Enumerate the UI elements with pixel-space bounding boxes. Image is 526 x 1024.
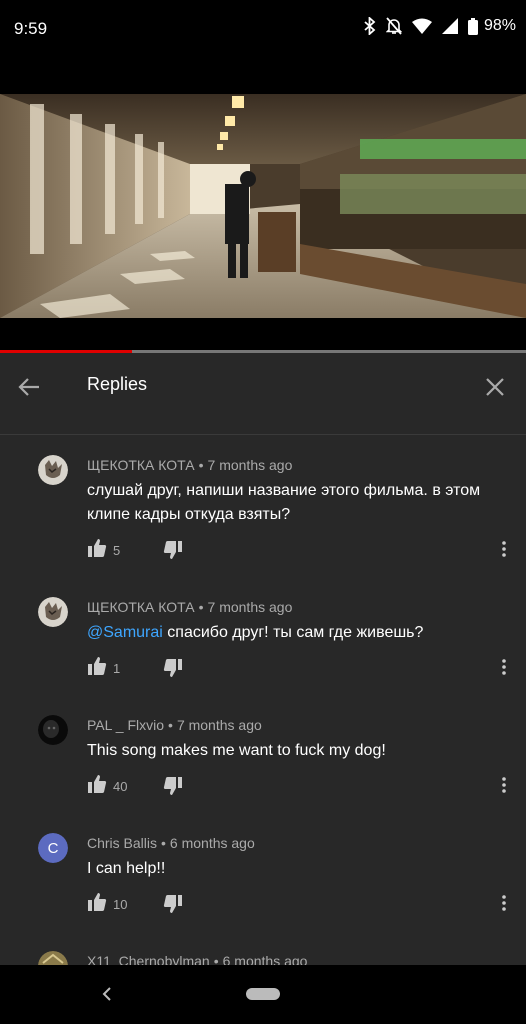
avatar-letter: C [38,833,68,863]
comment-actions: 1 [87,656,517,680]
separator-dot: • [161,835,166,851]
home-pill-button[interactable] [246,988,280,1000]
notifications-off-icon [385,17,402,35]
comment-author[interactable]: PAL _ Flxvio [87,717,164,733]
status-icons: 98% [364,17,516,35]
like-count: 5 [113,543,121,558]
more-options-button[interactable] [497,774,511,796]
comment-item: ЩЕКОТКА КОТА • 7 months ago слушай друг, н… [0,455,526,565]
like-icon[interactable] [87,656,107,676]
more-vert-icon [502,777,506,793]
comment-text: слушай друг, напиши название этого фильм… [87,482,481,523]
comment-time: 7 months ago [207,457,293,473]
close-button[interactable] [480,372,510,402]
comment-item: ЩЕКОТКА КОТА • 7 months ago @Samurai спаси… [0,597,526,687]
comment-author[interactable]: Chris Ballis [87,835,157,851]
comment-time: 6 months ago [169,835,255,851]
battery-icon [467,17,478,35]
comment-actions: 40 [87,774,517,798]
comment-item: PAL _ Flxvio • 7 months ago This song make… [0,715,526,805]
comment-time: 7 months ago [176,717,262,733]
bluetooth-icon [364,17,376,35]
wifi-icon [411,18,432,34]
panel-title: Replies [87,374,148,394]
more-options-button[interactable] [497,538,511,560]
status-time: 9:59 [14,19,48,38]
more-options-button[interactable] [497,892,511,914]
comment-author[interactable]: X11_Chernobylman [87,953,210,965]
avatar[interactable] [38,455,68,485]
more-vert-icon [502,659,506,675]
more-vert-icon [502,895,506,911]
avatar[interactable] [38,597,68,627]
signal-icon [441,18,458,34]
comment-meta: Chris Ballis • 6 months ago [87,835,255,851]
comment-meta: PAL _ Flxvio • 7 months ago [87,717,262,733]
avatar-image [38,715,68,745]
comment-text-body: спасибо друг! ты сам где живешь? [162,624,424,641]
comment-author[interactable]: ЩЕКОТКА КОТА [87,457,195,473]
status-bar: 9:59 98% [0,0,526,60]
like-count: 10 [113,897,128,912]
video-frame[interactable] [0,94,526,318]
comment-text: @Samurai спасибо друг! ты сам где живешь… [87,621,505,645]
comment-meta: ЩЕКОТКА КОТА • 7 months ago [87,457,292,473]
separator-dot: • [213,953,219,965]
more-vert-icon [502,541,506,557]
system-nav-bar [0,965,526,1024]
battery-percentage: 98% [483,17,516,34]
comment-time: 7 months ago [207,599,293,615]
avatar[interactable] [38,715,68,745]
back-button[interactable] [14,372,44,402]
dislike-icon[interactable] [163,658,183,678]
comment-author[interactable]: ЩЕКОТКА КОТА [87,599,195,615]
replies-header: Replies [0,353,526,435]
like-count: 40 [113,779,128,794]
dislike-icon[interactable] [163,540,183,560]
comment-text: This song makes me want to fuck my dog! [87,742,386,759]
comment-actions: 5 [87,538,517,562]
close-icon [486,378,504,396]
comment-meta: ЩЕКОТКА КОТА • 7 months ago [87,599,292,615]
mention-link[interactable]: @Samurai [87,624,163,641]
comment-time: 6 months ago [222,953,308,965]
arrow-back-icon [18,378,39,396]
avatar-image [38,455,68,485]
avatar-image [38,951,68,965]
more-options-button[interactable] [497,656,511,678]
comment-actions: 10 [87,892,517,916]
separator-dot: • [198,599,204,615]
avatar[interactable]: C [38,833,68,863]
replies-panel: Replies ЩЕКОТКА КОТА • 7 months ago слушай… [0,353,526,965]
separator-dot: • [168,717,173,733]
like-count: 1 [113,661,121,676]
like-icon[interactable] [87,538,107,558]
dislike-icon[interactable] [163,894,183,914]
separator-dot: • [198,457,204,473]
comment-item: X11_Chernobylman • 6 months ago [0,951,526,965]
comment-meta: X11_Chernobylman • 6 months ago [87,953,307,965]
dislike-icon[interactable] [163,776,183,796]
avatar-image [38,597,68,627]
chevron-left-icon[interactable] [96,983,118,1005]
comment-text: I can help!! [87,860,166,877]
like-icon[interactable] [87,892,107,912]
like-icon[interactable] [87,774,107,794]
video-player[interactable] [0,60,526,353]
comment-item: C Chris Ballis • 6 months ago I can help!!… [0,833,526,923]
avatar[interactable] [38,951,68,965]
